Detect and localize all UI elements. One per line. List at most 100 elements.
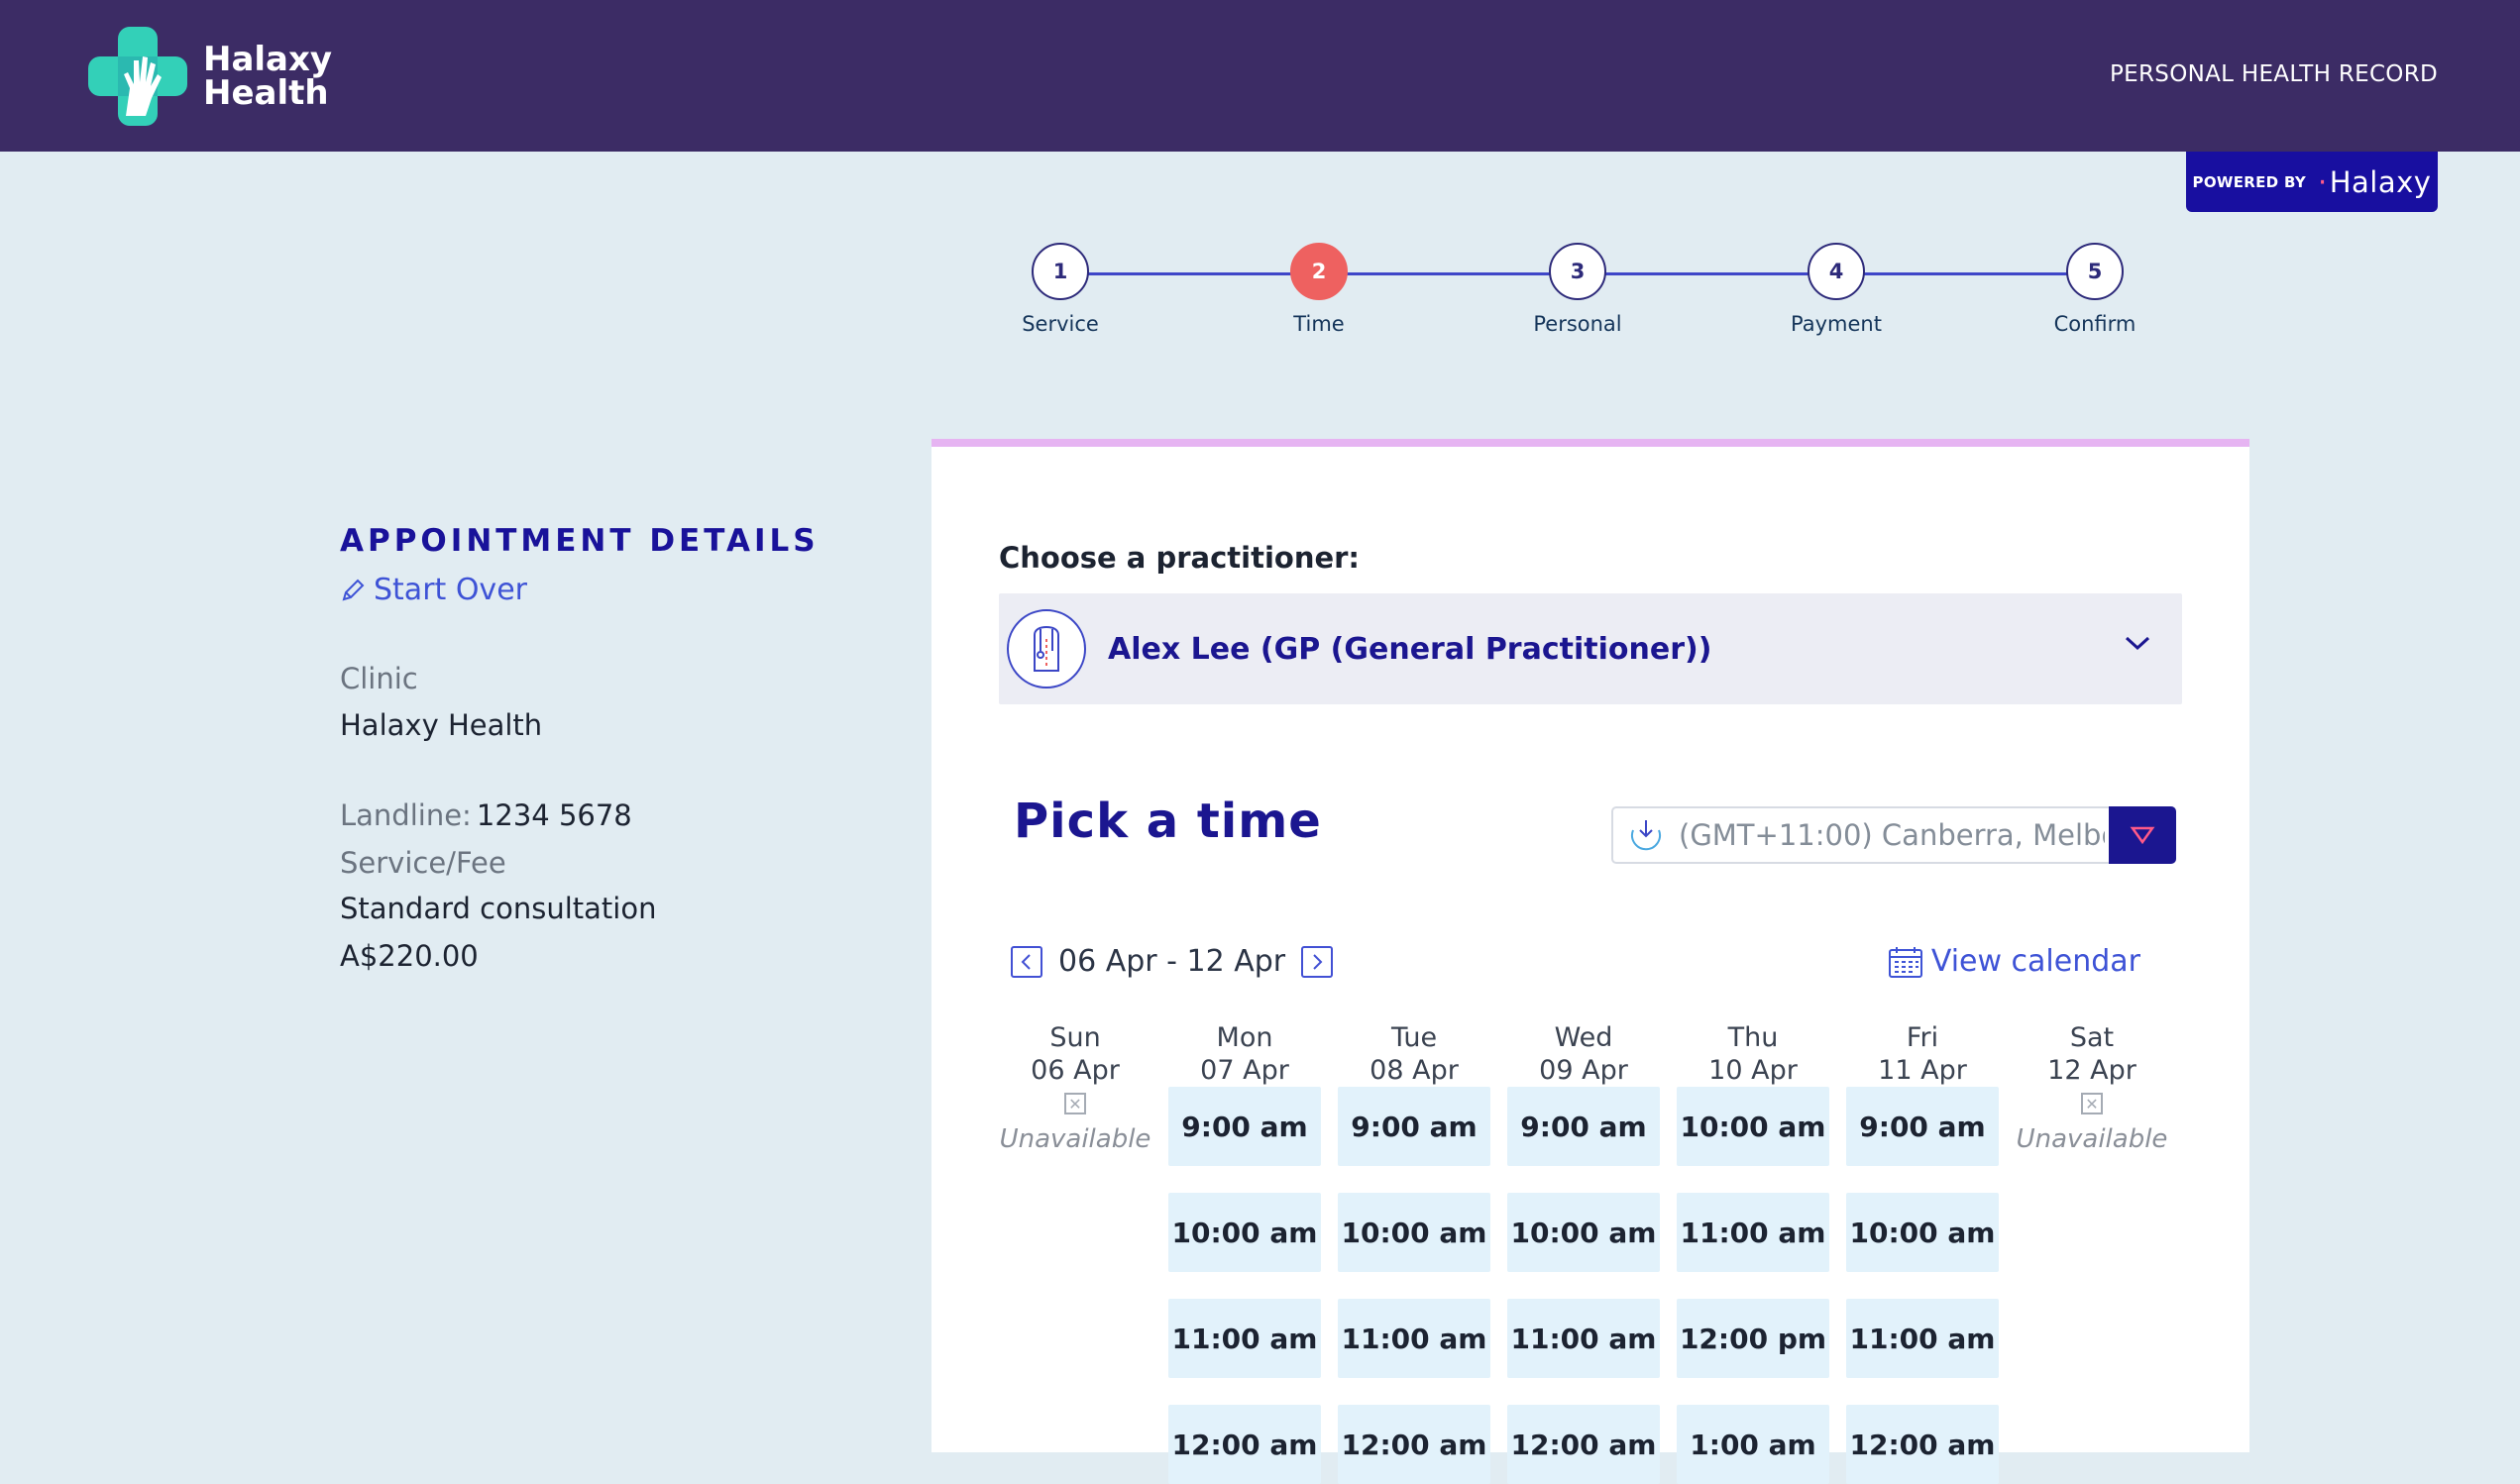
- time-slot-button[interactable]: 10:00 am: [1846, 1193, 1999, 1272]
- day-header-sun: Sun 06 Apr: [999, 1021, 1151, 1087]
- step-number: 2: [1290, 243, 1348, 300]
- day-name: Tue: [1390, 1022, 1438, 1053]
- cross-hand-icon: [88, 27, 187, 126]
- logo-line1: Halaxy: [203, 40, 333, 79]
- step-number: 4: [1808, 243, 1865, 300]
- booking-stepper: 1 Service 2 Time 3 Personal 4 Payment 5 …: [1009, 243, 2148, 342]
- chevron-left-icon: [1021, 953, 1031, 970]
- time-slot-button[interactable]: 10:00 am: [1507, 1193, 1660, 1272]
- day-name: Wed: [1554, 1022, 1613, 1053]
- time-slot-button[interactable]: 12:00 am: [1168, 1405, 1321, 1484]
- time-slot-button[interactable]: 10:00 am: [1677, 1087, 1829, 1166]
- time-slot-button[interactable]: 12:00 am: [1338, 1405, 1490, 1484]
- time-slot-button[interactable]: 11:00 am: [1846, 1299, 1999, 1378]
- appointment-details: APPOINTMENT DETAILS Start Over Clinic Ha…: [340, 523, 855, 973]
- step-service[interactable]: 1 Service: [981, 243, 1140, 336]
- time-slot-button[interactable]: 9:00 am: [1846, 1087, 1999, 1166]
- day-name: Thu: [1727, 1022, 1779, 1053]
- practitioner-avatar-icon: [1007, 609, 1086, 689]
- day-header-wed: Wed 09 Apr: [1507, 1021, 1660, 1087]
- pencil-icon: [342, 579, 365, 600]
- step-payment[interactable]: 4 Payment: [1757, 243, 1916, 336]
- service-fee-label: Service/Fee: [340, 846, 506, 880]
- practitioner-select[interactable]: Alex Lee (GP (General Practitioner)): [999, 593, 2182, 704]
- day-header-thu: Thu 10 Apr: [1677, 1021, 1829, 1087]
- appointment-details-title: APPOINTMENT DETAILS: [340, 523, 820, 559]
- timezone-select[interactable]: (GMT+11:00) Canberra, Melbo: [1611, 806, 2176, 864]
- clinic-label: Clinic: [340, 662, 418, 695]
- unavailable-x-icon: ✕: [1064, 1093, 1086, 1114]
- time-slot-button[interactable]: 1:00 am: [1677, 1405, 1829, 1484]
- step-personal[interactable]: 3 Personal: [1498, 243, 1657, 336]
- time-slot-button[interactable]: 12:00 am: [1846, 1405, 1999, 1484]
- time-slot-button[interactable]: 12:00 pm: [1677, 1299, 1829, 1378]
- week-navigator: 06 Apr - 12 Apr: [1011, 944, 1334, 979]
- landline-label: Landline:: [340, 798, 472, 832]
- time-slot-button[interactable]: 11:00 am: [1507, 1299, 1660, 1378]
- start-over-label: Start Over: [374, 573, 527, 607]
- landline-row: Landline: 1234 5678: [340, 798, 632, 832]
- view-calendar-link[interactable]: View calendar: [1888, 944, 2140, 979]
- triangle-down-icon: [2130, 826, 2155, 845]
- time-slot-button[interactable]: 11:00 am: [1338, 1299, 1490, 1378]
- step-label: Personal: [1533, 312, 1622, 336]
- chevron-right-icon: [1313, 953, 1323, 970]
- step-number: 5: [2066, 243, 2124, 300]
- powered-by-label: POWERED BY: [2192, 172, 2307, 191]
- day-header-sat: Sat 12 Apr: [2016, 1021, 2168, 1087]
- time-slot-button[interactable]: 9:00 am: [1168, 1087, 1321, 1166]
- time-slot-button[interactable]: 11:00 am: [1168, 1299, 1321, 1378]
- time-slot-button[interactable]: 9:00 am: [1507, 1087, 1660, 1166]
- day-date: 08 Apr: [1370, 1055, 1459, 1086]
- day-name: Sun: [1049, 1022, 1101, 1053]
- day-name: Mon: [1216, 1022, 1273, 1053]
- unavailable-label: Unavailable: [999, 1124, 1151, 1154]
- step-time[interactable]: 2 Time: [1240, 243, 1398, 336]
- fee-value: A$220.00: [340, 939, 479, 973]
- chevron-down-icon: [2125, 636, 2150, 651]
- brand-plus-icon: ·: [2318, 164, 2328, 199]
- powered-by-badge[interactable]: POWERED BY · Halaxy: [2186, 152, 2438, 212]
- step-label: Service: [1022, 312, 1099, 336]
- halaxy-health-logo[interactable]: Halaxy Health: [88, 27, 332, 126]
- time-slot-button[interactable]: 11:00 am: [1677, 1193, 1829, 1272]
- unavailable-label: Unavailable: [2016, 1124, 2168, 1154]
- personal-health-record-link[interactable]: PERSONAL HEALTH RECORD: [2110, 61, 2438, 87]
- timezone-dropdown-button[interactable]: [2109, 806, 2176, 864]
- step-confirm[interactable]: 5 Confirm: [2016, 243, 2174, 336]
- prev-week-button[interactable]: [1011, 945, 1042, 978]
- time-slot-button[interactable]: 10:00 am: [1168, 1193, 1321, 1272]
- day-date: 10 Apr: [1708, 1055, 1798, 1086]
- step-label: Payment: [1791, 312, 1882, 336]
- next-week-button[interactable]: [1301, 945, 1334, 978]
- day-header-tue: Tue 08 Apr: [1338, 1021, 1490, 1087]
- day-name: Sat: [2069, 1022, 2115, 1053]
- day-name: Fri: [1906, 1022, 1939, 1053]
- step-label: Confirm: [2053, 312, 2137, 336]
- unavailable-x-icon: ✕: [2081, 1093, 2103, 1114]
- logo-line2: Health: [203, 73, 329, 113]
- powered-brand: · Halaxy: [2318, 165, 2431, 199]
- powered-brand-label: Halaxy: [2329, 164, 2432, 199]
- day-header-fri: Fri 11 Apr: [1846, 1021, 1999, 1087]
- landline-value: 1234 5678: [476, 798, 632, 832]
- day-date: 06 Apr: [1031, 1055, 1120, 1086]
- time-slot-button[interactable]: 10:00 am: [1338, 1193, 1490, 1272]
- day-date: 12 Apr: [2047, 1055, 2137, 1086]
- start-over-link[interactable]: Start Over: [340, 573, 855, 607]
- time-slot-button[interactable]: 9:00 am: [1338, 1087, 1490, 1166]
- service-value: Standard consultation: [340, 892, 657, 925]
- unavailable-indicator: ✕ Unavailable: [2016, 1093, 2168, 1154]
- day-date: 11 Apr: [1878, 1055, 1967, 1086]
- week-range: 06 Apr - 12 Apr: [1058, 944, 1286, 979]
- step-number: 3: [1549, 243, 1606, 300]
- day-date: 07 Apr: [1200, 1055, 1289, 1086]
- booking-card: Choose a practitioner: Alex Lee (GP (Gen…: [931, 439, 2249, 1484]
- day-header-mon: Mon 07 Apr: [1168, 1021, 1321, 1087]
- timezone-globe-icon: [1631, 820, 1661, 851]
- day-date: 09 Apr: [1539, 1055, 1628, 1086]
- timezone-value: (GMT+11:00) Canberra, Melbo: [1679, 818, 2105, 852]
- logo-text: Halaxy Health: [203, 43, 332, 110]
- step-number: 1: [1032, 243, 1089, 300]
- time-slot-button[interactable]: 12:00 am: [1507, 1405, 1660, 1484]
